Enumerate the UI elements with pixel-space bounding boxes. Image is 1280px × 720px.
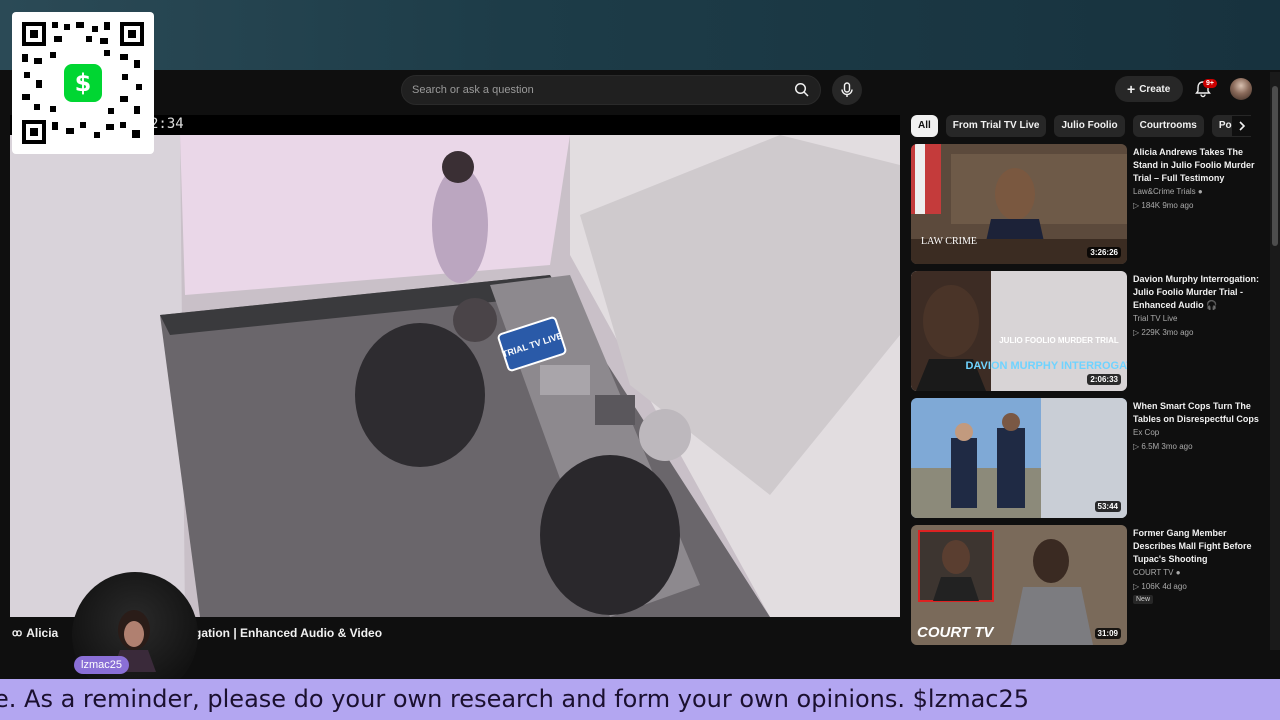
play-icon: ▷ <box>1133 442 1140 451</box>
court-tv-thumbnail-art: COURT TV <box>911 525 1127 645</box>
video-thumbnail[interactable]: LAW CRIME 3:26:26 <box>911 144 1127 264</box>
video-duration: 31:09 <box>1094 628 1121 639</box>
voice-search-button[interactable] <box>832 75 862 105</box>
upload-age: 3mo ago <box>1161 442 1193 451</box>
interrogation-thumbnail-art: JULIO FOOLIO MURDER TRIAL DAVION MURPHY … <box>911 271 1127 391</box>
thumb-caption-2: DAVION MURPHY INTERROGATION <box>965 360 1127 372</box>
video-title-start: ꝏ Alicia <box>12 626 58 640</box>
video-thumbnail[interactable]: 53:44 <box>911 398 1127 518</box>
ticker-text: e. As a reminder, please do your own res… <box>0 685 1030 713</box>
verified-icon: ● <box>1197 187 1203 196</box>
search-box[interactable]: Search or ask a question <box>401 75 821 105</box>
recommendation-item[interactable]: JULIO FOOLIO MURDER TRIAL DAVION MURPHY … <box>911 271 1261 391</box>
chip-courtrooms[interactable]: Courtrooms <box>1132 115 1204 137</box>
stream-top-band <box>0 0 1280 70</box>
channel-name[interactable]: Trial TV Live <box>1133 314 1177 323</box>
courtroom-thumbnail-art: LAW CRIME <box>911 144 1127 264</box>
play-icon: ▷ <box>1133 328 1140 337</box>
new-badge: New <box>1133 595 1154 604</box>
filter-chips: All From Trial TV Live Julio Foolio Cour… <box>911 115 1251 137</box>
svg-text:$: $ <box>75 69 92 97</box>
upload-age: 3mo ago <box>1162 328 1194 337</box>
thumb-logo-text: LAW CRIME <box>921 236 977 247</box>
verified-icon: ● <box>1175 568 1181 577</box>
channel-name-text: Ex Cop <box>1133 428 1160 437</box>
video-meta: ▷ 229K 3mo ago <box>1133 328 1193 337</box>
video-meta: ▷ 106K 4d ago <box>1133 582 1187 591</box>
interrogation-room-footage: TRIAL TV LIVE <box>10 135 900 617</box>
search-icon <box>794 82 809 97</box>
chip-julio-foolio[interactable]: Julio Foolio <box>1054 115 1125 137</box>
view-count: 184K <box>1141 201 1161 210</box>
video-title[interactable]: Davion Murphy Interrogation: Julio Fooli… <box>1133 273 1261 312</box>
play-icon: ▷ <box>1133 582 1140 591</box>
microphone-icon <box>841 82 853 97</box>
video-duration: 53:44 <box>1094 501 1121 512</box>
scrolling-ticker: e. As a reminder, please do your own res… <box>0 679 1280 720</box>
cctv-timestamp: 2:34 <box>150 116 184 132</box>
ai-sparkle-icon: ꝏ <box>12 627 23 639</box>
search-input[interactable]: Search or ask a question <box>412 84 534 96</box>
video-title-end: rogation | Enhanced Audio & Video <box>182 626 383 640</box>
upload-age: 4d ago <box>1162 582 1187 591</box>
chips-next-button[interactable] <box>1232 116 1252 136</box>
channel-name-text: COURT TV <box>1133 568 1174 577</box>
video-meta: ▷ 6.5M 3mo ago <box>1133 442 1193 451</box>
chip-all[interactable]: All <box>911 115 938 137</box>
video-title[interactable]: When Smart Cops Turn The Tables on Disre… <box>1133 400 1261 426</box>
police-thumbnail-art <box>911 398 1127 518</box>
chip-from-trial-tv-live[interactable]: From Trial TV Live <box>945 115 1047 137</box>
plus-icon: + <box>1127 81 1136 97</box>
thumb-logo-text: COURT TV <box>917 624 995 641</box>
channel-name-text: Law&Crime Trials <box>1133 187 1196 196</box>
video-title-start-text: Alicia <box>26 626 59 640</box>
video-title[interactable]: Alicia Andrews Takes The Stand in Julio … <box>1133 146 1261 185</box>
sidebar-scrollbar[interactable] <box>1270 72 1280 650</box>
recommendation-item[interactable]: 53:44 When Smart Cops Turn The Tables on… <box>911 398 1261 518</box>
video-thumbnail[interactable]: JULIO FOOLIO MURDER TRIAL DAVION MURPHY … <box>911 271 1127 391</box>
channel-name-text: Trial TV Live <box>1133 314 1178 323</box>
recommendation-item[interactable]: COURT TV 31:09 Former Gang Member Descri… <box>911 525 1261 645</box>
youtube-header: Search or ask a question + Create 9+ <box>0 70 1270 110</box>
recommendation-item[interactable]: LAW CRIME 3:26:26 Alicia Andrews Takes T… <box>911 144 1261 264</box>
scrollbar-thumb[interactable] <box>1272 86 1278 246</box>
channel-name[interactable]: Ex Cop <box>1133 428 1159 437</box>
video-meta: ▷ 184K 9mo ago <box>1133 201 1193 210</box>
thumb-caption-1: JULIO FOOLIO MURDER TRIAL <box>999 336 1119 345</box>
channel-name[interactable]: Law&Crime Trials ● <box>1133 187 1203 196</box>
video-title[interactable]: Former Gang Member Describes Mall Fight … <box>1133 527 1261 566</box>
video-duration: 3:26:26 <box>1087 247 1121 258</box>
search-button[interactable] <box>784 76 820 104</box>
create-label: Create <box>1139 83 1171 95</box>
upload-age: 9mo ago <box>1162 201 1194 210</box>
view-count: 6.5M <box>1141 442 1160 451</box>
video-player[interactable]: 2:34 TRIAL TV LIVE <box>10 115 900 617</box>
view-count: 106K <box>1141 582 1161 591</box>
chevron-right-icon <box>1239 121 1246 131</box>
play-icon: ▷ <box>1133 201 1140 210</box>
create-button[interactable]: + Create <box>1115 76 1183 102</box>
channel-name[interactable]: COURT TV ● <box>1133 568 1181 577</box>
notification-badge: 9+ <box>1203 79 1217 88</box>
video-thumbnail[interactable]: COURT TV 31:09 <box>911 525 1127 645</box>
view-count: 229K <box>1141 328 1161 337</box>
video-duration: 2:06:33 <box>1087 374 1121 385</box>
account-avatar[interactable] <box>1230 78 1252 100</box>
qr-code-icon: $ <box>22 22 144 144</box>
cashapp-qr-code: $ <box>12 12 154 154</box>
streamer-name-label: lzmac25 <box>74 656 129 674</box>
